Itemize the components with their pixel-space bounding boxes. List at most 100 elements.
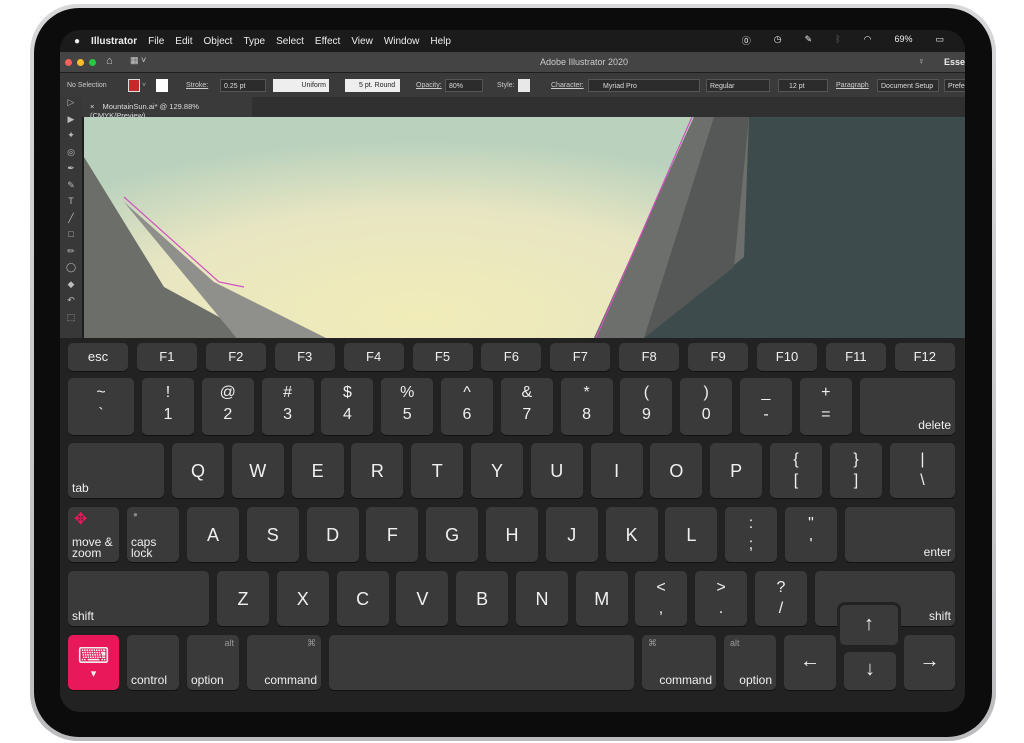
fill-swatch[interactable]: [128, 79, 140, 92]
key-space[interactable]: [329, 635, 634, 690]
key-f1[interactable]: F1: [136, 343, 197, 371]
key-][interactable]: }]: [830, 443, 882, 498]
menu-type[interactable]: Type: [243, 36, 265, 47]
key-c[interactable]: C: [336, 571, 389, 626]
document-setup-button[interactable]: Document Setup: [877, 79, 939, 92]
key-r[interactable]: R: [351, 443, 404, 498]
key-0[interactable]: ) 0: [680, 378, 733, 435]
key-f4[interactable]: F4: [343, 343, 404, 371]
key-d[interactable]: D: [306, 507, 359, 562]
tool-icon[interactable]: ◎: [60, 147, 82, 164]
key-s[interactable]: S: [246, 507, 299, 562]
tool-icon[interactable]: ↶: [60, 295, 82, 312]
key-3[interactable]: #3: [261, 378, 314, 435]
home-icon[interactable]: ⌂: [106, 55, 113, 67]
key-sym[interactable]: " ': [785, 507, 837, 562]
wifi-icon[interactable]: ◠: [864, 34, 872, 47]
key-caps-lock[interactable]: ● caps lock: [127, 507, 179, 562]
tool-icon[interactable]: ⬚: [60, 312, 82, 329]
key-j[interactable]: J: [545, 507, 598, 562]
tool-icon[interactable]: ✦: [60, 130, 82, 147]
key-x[interactable]: X: [276, 571, 329, 626]
tool-icon[interactable]: ▷: [60, 97, 82, 114]
menu-view[interactable]: View: [351, 36, 373, 47]
key-sym[interactable]: <,: [635, 571, 687, 626]
tool-icon[interactable]: ✏: [60, 246, 82, 263]
key-f9[interactable]: F9: [688, 343, 749, 371]
pen-icon[interactable]: ✎: [805, 34, 813, 47]
tool-icon[interactable]: ✎: [60, 180, 82, 197]
key-tab[interactable]: tab: [68, 443, 164, 498]
key-option-right[interactable]: alt option: [724, 635, 776, 690]
chevron-down-icon[interactable]: ˅: [142, 79, 146, 92]
key-z[interactable]: Z: [217, 571, 269, 626]
key-[[interactable]: {[: [770, 443, 822, 498]
key-f5[interactable]: F5: [412, 343, 473, 371]
key-sym[interactable]: ? /: [755, 571, 807, 626]
menu-window[interactable]: Window: [384, 36, 420, 47]
key-8[interactable]: * 8: [560, 378, 613, 435]
brush-select[interactable]: 5 pt. Round: [345, 79, 400, 92]
font-style-field[interactable]: Regular: [706, 79, 770, 92]
menu-app[interactable]: Illustrator: [91, 36, 137, 47]
key-9[interactable]: (9: [620, 378, 673, 435]
style-swatch[interactable]: [518, 79, 530, 92]
key-h[interactable]: H: [486, 507, 538, 562]
tool-icon[interactable]: ◯: [60, 262, 82, 279]
font-size-field[interactable]: 12 pt: [778, 79, 828, 92]
tool-icon[interactable]: T: [60, 196, 82, 213]
tool-icon[interactable]: ✒: [60, 163, 82, 180]
minimize-window-button[interactable]: [77, 59, 84, 66]
key-option-left[interactable]: alt option: [187, 635, 239, 690]
key-b[interactable]: B: [456, 571, 509, 626]
key-k[interactable]: K: [605, 507, 658, 562]
stroke-weight-field[interactable]: 0.25 pt: [220, 79, 266, 92]
key-`[interactable]: ~ `: [68, 378, 134, 435]
menu-help[interactable]: Help: [430, 36, 451, 47]
menu-edit[interactable]: Edit: [175, 36, 192, 47]
key-7[interactable]: & 7: [500, 378, 553, 435]
tool-icon[interactable]: ╱: [60, 213, 82, 230]
key-delete[interactable]: delete: [860, 378, 955, 435]
key-\[interactable]: | \: [890, 443, 955, 498]
key--[interactable]: _ -: [740, 378, 792, 435]
close-tab-icon[interactable]: ×: [90, 102, 94, 111]
character-label[interactable]: Character:: [551, 79, 584, 92]
key-f11[interactable]: F11: [825, 343, 886, 371]
key-5[interactable]: % 5: [381, 378, 434, 435]
key-e[interactable]: E: [291, 443, 344, 498]
opacity-field[interactable]: 80%: [445, 79, 483, 92]
key-n[interactable]: N: [516, 571, 568, 626]
key-command-left[interactable]: ⌘ command: [247, 635, 321, 690]
font-family-field[interactable]: Myriad Pro: [588, 79, 700, 92]
opacity-label[interactable]: Opacity:: [416, 79, 442, 92]
tool-icon[interactable]: □: [60, 229, 82, 246]
key-arrow-down[interactable]: ↓: [844, 652, 896, 690]
menu-object[interactable]: Object: [204, 36, 233, 47]
tool-icon[interactable]: ◆: [60, 279, 82, 296]
key-f[interactable]: F: [366, 507, 419, 562]
tool-icon[interactable]: ▶: [60, 114, 82, 131]
key-p[interactable]: P: [710, 443, 763, 498]
key-v[interactable]: V: [396, 571, 449, 626]
key-shift-left[interactable]: shift: [68, 571, 209, 626]
key-f7[interactable]: F7: [550, 343, 611, 371]
key-u[interactable]: U: [530, 443, 583, 498]
zoom-window-button[interactable]: [89, 59, 96, 66]
key-o[interactable]: O: [650, 443, 703, 498]
preferences-button[interactable]: Prefe: [944, 79, 965, 92]
keyboard-toggle-button[interactable]: ⌨ ▾: [68, 635, 119, 690]
onepassword-icon[interactable]: ⓪: [742, 34, 751, 47]
time-machine-icon[interactable]: ◷: [774, 34, 782, 47]
key-enter[interactable]: enter: [845, 507, 955, 562]
stroke-swatch[interactable]: [156, 79, 168, 92]
close-window-button[interactable]: [65, 59, 72, 66]
key-esc[interactable]: esc: [68, 343, 128, 371]
key-command-right[interactable]: ⌘ command: [642, 635, 716, 690]
key-control[interactable]: control: [127, 635, 179, 690]
key-4[interactable]: $4: [321, 378, 374, 435]
key-l[interactable]: L: [665, 507, 718, 562]
key-1[interactable]: ! 1: [142, 378, 194, 435]
key-2[interactable]: @2: [201, 378, 254, 435]
key-arrow-left[interactable]: ←: [784, 635, 836, 690]
